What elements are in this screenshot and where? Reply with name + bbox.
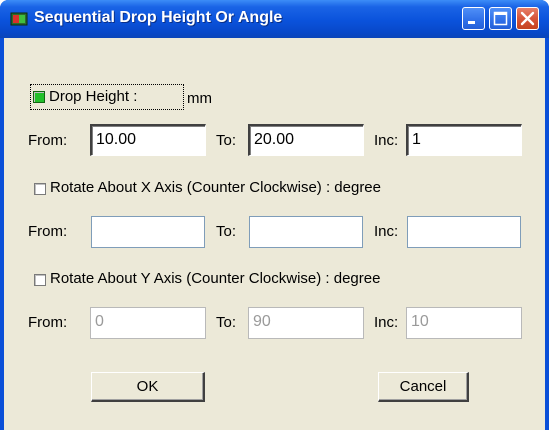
drop-height-unit: mm <box>187 90 212 107</box>
rotate-y-from-field[interactable]: 0 <box>90 307 206 339</box>
minimize-button[interactable] <box>462 7 485 30</box>
drop-inc-field[interactable]: 1 <box>406 124 522 156</box>
rotate-y-to-field[interactable]: 90 <box>248 307 364 339</box>
window-title: Sequential Drop Height Or Angle <box>34 9 283 26</box>
dialog-window: Sequential Drop Height Or Angle Drop Hei… <box>0 0 549 430</box>
rotate-x-from-label: From: <box>28 223 68 240</box>
rotate-y-to-label: To: <box>216 314 237 331</box>
rotate-x-inc-label: Inc: <box>374 223 399 240</box>
rotate-x-to-field[interactable] <box>249 216 363 248</box>
rotate-x-checkbox[interactable] <box>34 183 46 195</box>
drop-to-field[interactable]: 20.00 <box>248 124 364 156</box>
rotate-x-from-field[interactable] <box>91 216 205 248</box>
drop-inc-label: Inc: <box>374 132 399 149</box>
rotate-x-label: Rotate About X Axis (Counter Clockwise) … <box>50 179 381 196</box>
drop-from-label: From: <box>28 132 68 149</box>
maximize-button[interactable] <box>489 7 512 30</box>
cancel-button[interactable]: Cancel <box>378 372 469 402</box>
rotate-y-inc-label: Inc: <box>374 314 399 331</box>
rotate-x-inc-field[interactable] <box>407 216 521 248</box>
title-bar[interactable]: Sequential Drop Height Or Angle <box>0 0 549 38</box>
rotate-x-to-label: To: <box>216 223 237 240</box>
rotate-y-from-label: From: <box>28 314 68 331</box>
close-icon <box>520 11 535 26</box>
drop-to-label: To: <box>216 132 237 149</box>
close-button[interactable] <box>516 7 539 30</box>
drop-height-label: Drop Height : <box>49 88 138 105</box>
ok-button[interactable]: OK <box>91 372 205 402</box>
dialog-body: Drop Height : mm From: 10.00 To: 20.00 I… <box>4 38 545 430</box>
rotate-y-checkbox[interactable] <box>34 274 46 286</box>
rotate-y-label: Rotate About Y Axis (Counter Clockwise) … <box>50 270 381 287</box>
maximize-icon <box>493 11 508 26</box>
app-icon <box>10 12 28 26</box>
rotate-y-inc-field[interactable]: 10 <box>406 307 522 339</box>
minimize-icon <box>468 21 475 24</box>
drop-height-checkbox[interactable] <box>33 91 45 103</box>
drop-from-field[interactable]: 10.00 <box>90 124 206 156</box>
